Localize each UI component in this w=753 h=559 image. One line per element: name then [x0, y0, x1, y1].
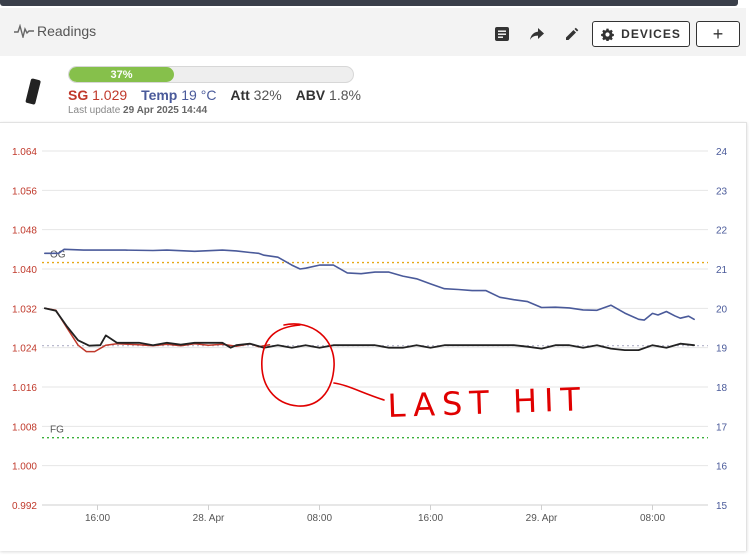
y-left-tick-label: 0.992 — [12, 501, 37, 512]
add-device-button[interactable]: + — [696, 21, 740, 47]
annotation-connector — [333, 382, 385, 401]
y-right-tick-label: 17 — [716, 422, 728, 433]
y-left-tick-label: 1.008 — [12, 422, 37, 433]
y-right-tick-label: 23 — [716, 186, 728, 197]
temp-value: 19 °C — [181, 87, 217, 103]
y-right-tick-label: 21 — [716, 265, 728, 276]
y-right-tick-label: 15 — [716, 501, 728, 512]
temp-reading: Temp 19 °C — [141, 87, 216, 103]
y-right-tick-label: 22 — [716, 226, 728, 237]
hydrometer-device-icon — [25, 78, 41, 105]
y-left-tick-label: 1.032 — [12, 304, 37, 315]
y-left-tick-label: 1.040 — [12, 265, 37, 276]
notes-icon[interactable] — [492, 24, 512, 44]
fermentation-chart: 1.064 24 1.056 23 1.048 22 1.040 21 1.032 20 1.024… — [12, 147, 728, 524]
last-update: Last update 29 Apr 2025 14:44 — [68, 105, 207, 116]
chart-card: 1.064 24 1.056 23 1.048 22 1.040 21 1.032 20 1.024… — [0, 122, 747, 551]
top-bar — [0, 0, 738, 6]
devices-label: DEVICES — [621, 27, 681, 41]
page-title: Readings — [37, 23, 97, 39]
header-title: Readings — [14, 23, 96, 39]
y-left-tick-label: 1.024 — [12, 344, 37, 355]
sg-label: SG — [68, 87, 89, 103]
x-tick-label: 29. Apr — [526, 513, 558, 524]
x-tick-label: 08:00 — [307, 513, 332, 524]
y-left-tick-label: 1.056 — [12, 186, 37, 197]
edit-icon[interactable] — [562, 24, 582, 44]
series-line-sg_smoothed — [43, 307, 695, 352]
y-right-tick-label: 16 — [716, 462, 728, 473]
annotation-circle — [261, 323, 335, 407]
y-left-tick-label: 1.000 — [12, 462, 37, 473]
y-left-tick-label: 1.048 — [12, 226, 37, 237]
att-reading: Att 32% — [230, 87, 281, 103]
abv-label: ABV — [295, 87, 326, 103]
y-right-tick-label: 18 — [716, 383, 728, 394]
abv-reading: ABV 1.8% — [296, 87, 361, 103]
progress-label: 37% — [110, 68, 133, 81]
last-update-value: 29 Apr 2025 14:44 — [123, 105, 208, 116]
abv-value: 1.8% — [329, 87, 361, 103]
progress-fill: 37% — [69, 67, 175, 82]
y-left-tick-label: 1.064 — [12, 147, 37, 158]
temp-label: Temp — [141, 87, 178, 103]
x-tick-label: 08:00 — [640, 513, 665, 524]
share-icon[interactable] — [527, 24, 547, 44]
att-label: Att — [230, 87, 250, 103]
readings-header: Readings DEVICES + — [0, 8, 746, 56]
fg-label: FG — [50, 425, 64, 436]
x-tick-label: 16:00 — [418, 513, 443, 524]
devices-button[interactable]: DEVICES — [592, 21, 690, 47]
annotation-text: LAST HIT — [387, 380, 588, 425]
last-update-label: Last update — [68, 105, 121, 116]
attenuation-progress-bar: 37% — [68, 66, 354, 83]
x-tick-label: 16:00 — [85, 513, 110, 524]
pulse-icon — [14, 24, 34, 38]
y-right-tick-label: 19 — [716, 344, 728, 355]
current-readings: SG 1.029 Temp 19 °C Att 32% ABV 1.8% — [68, 87, 371, 103]
gear-icon — [601, 28, 615, 41]
sg-value: 1.029 — [92, 87, 128, 103]
series-line-temp — [43, 248, 695, 321]
og-label: OG — [50, 250, 66, 261]
y-left-tick-label: 1.016 — [12, 383, 37, 394]
sg-reading: SG 1.029 — [68, 87, 127, 103]
att-value: 32% — [253, 87, 282, 103]
y-right-tick-label: 20 — [716, 304, 728, 315]
y-right-tick-label: 24 — [716, 147, 728, 158]
x-tick-label: 28. Apr — [193, 513, 225, 524]
